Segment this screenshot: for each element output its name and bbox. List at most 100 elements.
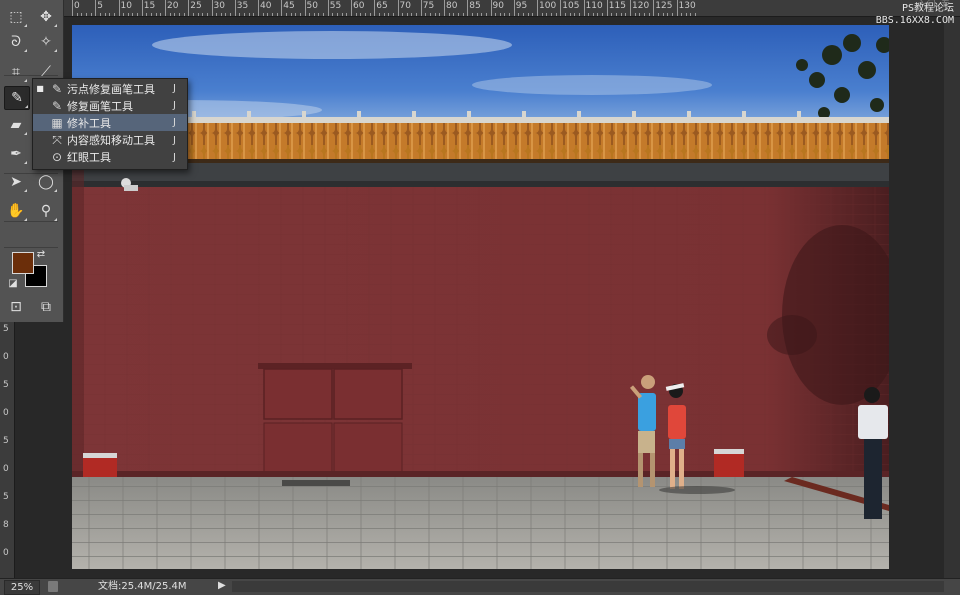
- watermark-line2: BBS.16XX8.COM: [875, 15, 954, 26]
- ruler-minor-tick: [457, 13, 459, 16]
- ruler-left[interactable]: 5 0 5 0 5 0 5 8 0: [0, 320, 15, 578]
- magic-wand-tool-icon[interactable]: ✧: [34, 31, 58, 53]
- ruler-minor-tick: [597, 13, 599, 16]
- ruler-tick: [234, 0, 236, 16]
- ruler-tick: [606, 0, 608, 16]
- ruler-tick-label: 80: [446, 1, 458, 11]
- ruler-tick: [118, 0, 120, 16]
- ruler-minor-tick: [406, 13, 408, 16]
- ruler-tick: [490, 0, 492, 16]
- healing-brush-tool-glyph: ✎: [11, 89, 23, 106]
- ruler-tick-label: 85: [469, 1, 481, 11]
- screen-mode-icon[interactable]: ⧉: [34, 296, 58, 318]
- flyout-item-1[interactable]: ■ ✎ 污点修复画笔工具 J: [33, 80, 187, 97]
- ruler-tick: [560, 0, 562, 16]
- ruler-minor-tick: [364, 13, 366, 16]
- path-selection-tool-icon[interactable]: ➤: [4, 171, 28, 193]
- ruler-minor-tick: [239, 13, 241, 16]
- flyout-item-2[interactable]: ✎ 修复画笔工具 J: [33, 97, 187, 114]
- ruler-minor-tick: [657, 13, 659, 16]
- horizontal-scrollbar[interactable]: [232, 581, 944, 592]
- ruler-tick-label: 0: [3, 464, 9, 474]
- ruler-tick: [374, 0, 376, 16]
- ruler-tick-label: 20: [167, 1, 179, 11]
- flyout-item-4[interactable]: ⤧ 内容感知移动工具 J: [33, 132, 187, 149]
- move-tool-icon[interactable]: ✥: [34, 6, 58, 28]
- ruler-minor-tick: [620, 13, 622, 16]
- tool-group-indicator: [24, 189, 27, 192]
- marquee-tool-icon[interactable]: ⬚: [4, 6, 28, 28]
- ruler-minor-tick: [667, 13, 669, 16]
- hand-tool-icon[interactable]: ✋: [4, 200, 28, 222]
- toolbox-separator: [4, 247, 58, 248]
- ruler-minor-tick: [392, 13, 394, 16]
- tool-group-indicator: [54, 48, 57, 52]
- ruler-minor-tick: [299, 13, 301, 16]
- ruler-minor-tick: [499, 13, 501, 16]
- ruler-minor-tick: [625, 13, 627, 16]
- ruler-tick-label: 120: [632, 1, 650, 11]
- ruler-minor-tick: [85, 13, 87, 16]
- ruler-tick: [72, 0, 73, 16]
- lasso-tool-glyph: ᘐ: [11, 33, 21, 50]
- crop-tool-icon[interactable]: ⌗: [4, 61, 28, 83]
- ruler-tick: [95, 0, 97, 16]
- ruler-minor-tick: [555, 13, 557, 16]
- ellipse-tool-icon[interactable]: ◯: [34, 171, 58, 193]
- swap-colors-icon[interactable]: ⇄: [34, 247, 48, 261]
- flyout-item-5[interactable]: ⊙ 红眼工具 J: [33, 149, 187, 166]
- ruler-minor-tick: [527, 13, 529, 16]
- ruler-minor-tick: [113, 13, 115, 16]
- content-aware-move-icon: ⤧: [52, 132, 62, 147]
- ruler-tick: [351, 0, 352, 16]
- ruler-minor-tick: [616, 13, 618, 16]
- flyout-item-label: 修复画笔工具: [67, 99, 133, 113]
- ruler-minor-tick: [546, 13, 548, 16]
- ruler-minor-tick: [495, 13, 497, 16]
- ruler-tick: [141, 0, 143, 16]
- ruler-minor-tick: [476, 13, 478, 16]
- ruler-tick-label: 35: [236, 1, 249, 11]
- quick-mask-icon[interactable]: ⊡: [4, 296, 28, 318]
- default-colors-icon[interactable]: ◪: [6, 276, 20, 290]
- ruler-minor-tick: [346, 13, 348, 16]
- flyout-item-3[interactable]: ▦ 修补工具 J: [33, 114, 187, 132]
- ruler-tick-label: 15: [143, 1, 156, 11]
- photo: [72, 25, 889, 569]
- foreground-color-swatch[interactable]: [12, 252, 34, 274]
- document-icon[interactable]: [48, 581, 58, 592]
- flyout-item-label: 修补工具: [67, 116, 111, 130]
- ruler-tick-label: 30: [213, 1, 225, 11]
- eraser-tool-icon[interactable]: ▰: [4, 114, 28, 136]
- ruler-minor-tick: [244, 13, 246, 16]
- ruler-tick-label: 105: [562, 1, 580, 11]
- ruler-minor-tick: [216, 13, 218, 16]
- ruler-minor-tick: [337, 13, 339, 16]
- ruler-minor-tick: [448, 13, 450, 16]
- ruler-tick-label: 95: [515, 1, 528, 11]
- pen-tool-icon[interactable]: ✒: [4, 143, 28, 165]
- ruler-minor-tick: [434, 13, 436, 16]
- flyout-item-shortcut: J: [173, 83, 176, 94]
- zoom-tool-icon[interactable]: ⚲: [34, 200, 58, 222]
- ruler-minor-tick: [611, 13, 613, 16]
- tool-group-indicator: [24, 132, 27, 135]
- vertical-scrollbar[interactable]: [944, 17, 960, 578]
- ruler-minor-tick: [155, 13, 157, 16]
- lasso-tool-icon[interactable]: ᘐ: [4, 31, 28, 53]
- ruler-tick: [676, 0, 678, 16]
- zoom-level-field[interactable]: 25%: [4, 580, 40, 595]
- ruler-minor-tick: [271, 13, 273, 16]
- path-selection-tool-glyph: ➤: [10, 174, 22, 190]
- ruler-top[interactable]: 0 5 10 15 20 25 30 35 40 45 50 55 60 65 70 75 80 85 90 95 10…: [64, 0, 960, 17]
- ruler-minor-tick: [123, 13, 125, 16]
- ruler-tick-label: 5: [3, 324, 9, 334]
- healing-brush-tool-icon[interactable]: ✎: [4, 85, 30, 110]
- ruler-minor-tick: [332, 13, 334, 16]
- document-canvas[interactable]: [72, 25, 889, 569]
- status-menu-arrow-icon[interactable]: ▶: [218, 580, 226, 591]
- status-bar: 25% 文档:25.4M/25.4M ▶: [0, 578, 960, 595]
- ruler-tick: [327, 0, 329, 16]
- ruler-tick: [653, 0, 655, 16]
- ruler-minor-tick: [662, 13, 664, 16]
